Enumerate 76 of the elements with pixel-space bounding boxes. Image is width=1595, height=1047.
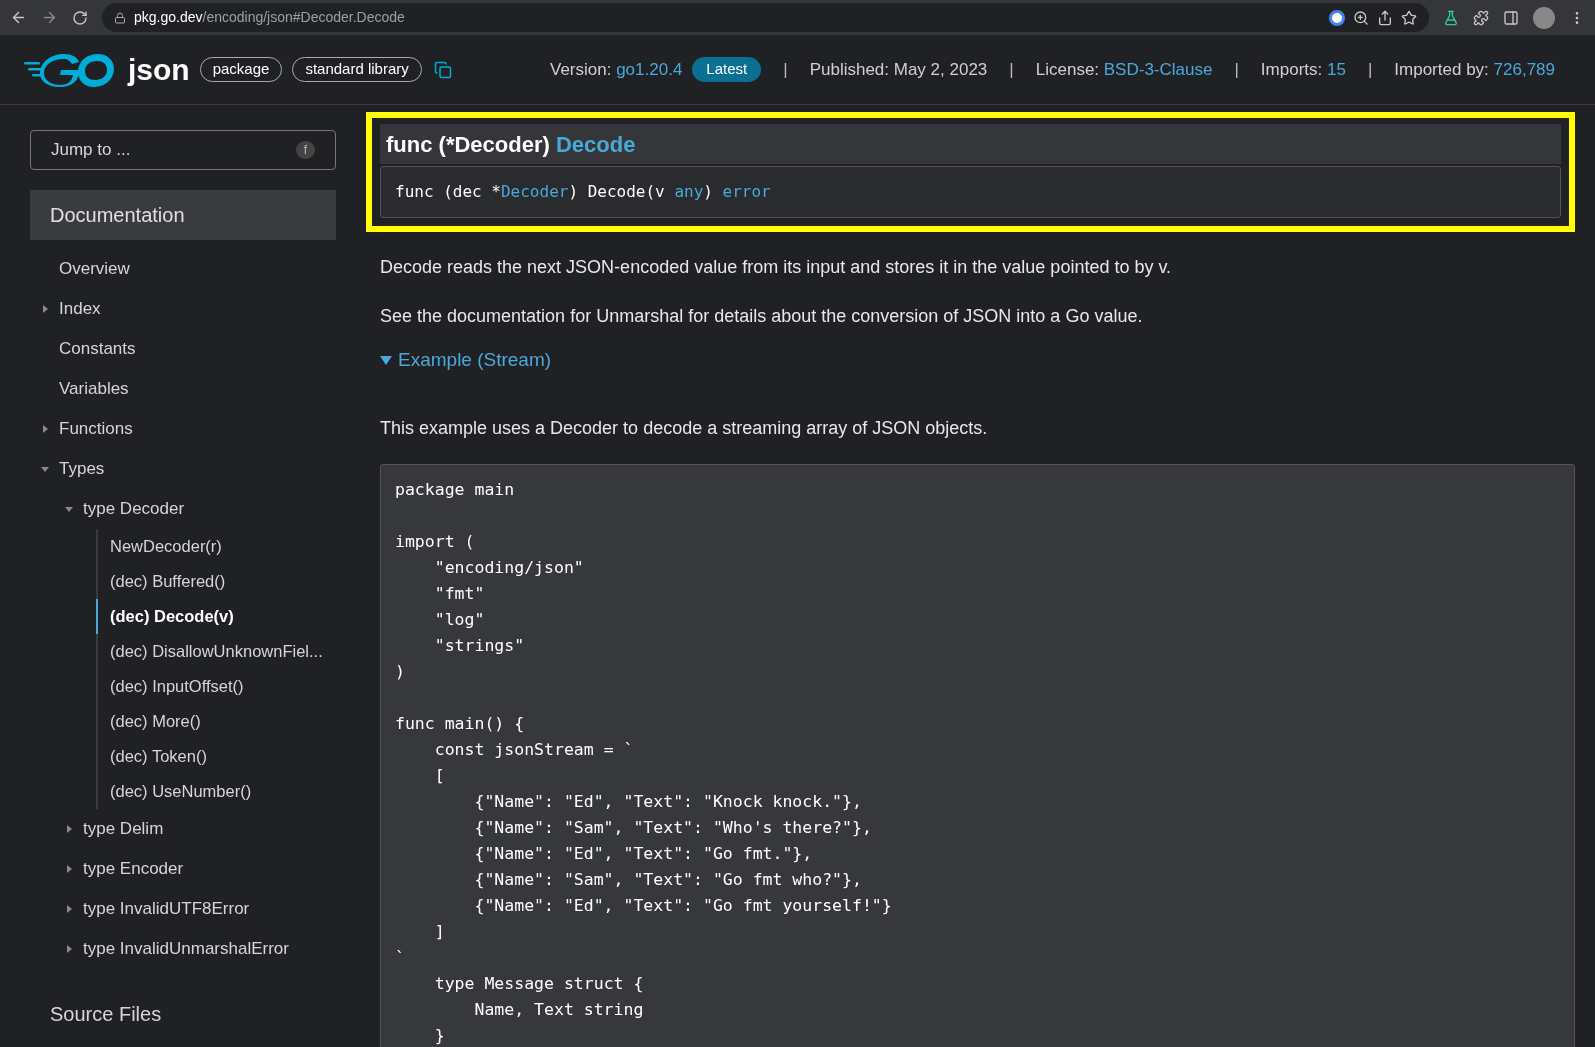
type-link[interactable]: any <box>674 180 704 204</box>
nav-link[interactable]: Variables <box>59 376 129 402</box>
meta-label: Published: May 2, 2023 <box>809 58 988 81</box>
nav-item[interactable]: (dec) DisallowUnknownFiel... <box>96 634 336 669</box>
source-files-heading[interactable]: Source Files <box>30 999 336 1029</box>
reload-icon[interactable] <box>72 9 88 26</box>
star-icon[interactable] <box>1401 9 1417 26</box>
go-logo-icon[interactable] <box>24 52 116 87</box>
latest-badge: Latest <box>692 57 762 82</box>
code-block: package main import ( "encoding/json" "fmt" "log" "strings" ) func main() { const jsonStream = ` [ {"Name": "Ed", "Text": "Knock knock."}, {"Name": "Sam", "Text": "Who's there?"}, {"Name": "Ed", "Text": "Go fmt."}, {"Name": "Sam", "Text": "Go fmt who?"}, {"Name": "Ed", "Text": "Go fmt yourself!"} ] ` type Message struct { Name, Text string } <box>380 463 1575 1047</box>
url-text: pkg.go.dev/encoding/json#Decoder.Decode <box>134 8 405 27</box>
jump-to-field[interactable]: Jump to ... f <box>30 130 336 170</box>
back-icon[interactable] <box>10 9 27 26</box>
meta-link[interactable]: 15 <box>1327 56 1346 83</box>
meta-label: Imported by: <box>1394 58 1490 81</box>
nav-link[interactable]: type Decoder <box>83 496 185 522</box>
meta-link[interactable]: BSD-3-Clause <box>1103 56 1213 83</box>
nav-item[interactable]: (dec) More() <box>96 704 336 739</box>
shortcut-key: f <box>295 141 315 159</box>
nav-link[interactable]: Constants <box>59 336 136 362</box>
nav-item[interactable]: (dec) InputOffset() <box>96 669 336 704</box>
caret-right-icon[interactable] <box>41 305 49 313</box>
nav-item[interactable]: NewDecoder(r) <box>96 529 336 564</box>
description-text: Decode reads the next JSON-encoded value from its input and stores it in the value pointed to by v. <box>380 256 1173 279</box>
caret-down-icon[interactable] <box>41 465 49 473</box>
code-text: ) <box>703 181 714 203</box>
avatar-icon[interactable] <box>1533 6 1555 29</box>
example-toggle[interactable]: Example (Stream) <box>380 346 1575 375</box>
meta-link[interactable]: go1.20.4 <box>616 56 683 83</box>
code-text: func (dec * <box>395 181 501 203</box>
separator: | <box>1234 58 1239 81</box>
nav-link[interactable]: type InvalidUnmarshalError <box>83 936 289 962</box>
nav-link[interactable]: Index <box>59 296 101 322</box>
caret-right-icon[interactable] <box>41 425 49 433</box>
copy-icon[interactable] <box>433 60 452 79</box>
caret-down-icon <box>380 354 392 367</box>
extensions-icon[interactable] <box>1473 9 1489 26</box>
caret-right-icon[interactable] <box>65 945 73 953</box>
caret-down-icon[interactable] <box>65 505 73 513</box>
zoom-icon[interactable] <box>1353 9 1369 26</box>
nav-item[interactable]: (dec) Decode(v) <box>96 599 336 634</box>
package-title: json <box>128 52 190 88</box>
side-panel-icon[interactable] <box>1503 9 1519 26</box>
nav-link[interactable]: type Encoder <box>83 856 184 882</box>
nav-link[interactable]: type InvalidUTF8Error <box>83 896 250 922</box>
forward-icon[interactable] <box>41 9 58 26</box>
share-icon[interactable] <box>1377 9 1393 26</box>
separator: | <box>1367 58 1373 81</box>
description-text: See the documentation for Unmarshal for details about the conversion of JSON into a Go value. <box>380 305 1144 328</box>
section-heading[interactable]: Documentation <box>30 190 336 240</box>
flask-icon[interactable] <box>1443 9 1459 26</box>
address-bar[interactable]: pkg.go.dev/encoding/json#Decoder.Decode <box>102 3 1429 32</box>
nav-item[interactable]: (dec) Buffered() <box>96 564 336 599</box>
nav-item[interactable]: (dec) UseNumber() <box>96 774 336 809</box>
nav-link[interactable]: Types <box>59 456 105 482</box>
separator: | <box>783 58 788 81</box>
separator: | <box>1009 58 1014 81</box>
code-text: ) Decode(v <box>568 181 666 203</box>
nav-item[interactable]: (dec) Token() <box>96 739 336 774</box>
caret-right-icon[interactable] <box>65 905 73 913</box>
type-link[interactable]: error <box>722 180 771 204</box>
nav-link[interactable]: Overview <box>59 256 130 282</box>
type-link[interactable]: Decoder <box>500 180 569 204</box>
meta-label: Imports: <box>1260 58 1324 81</box>
lock-icon <box>114 11 126 24</box>
example-description: This example uses a Decoder to decode a streaming array of JSON objects. <box>380 416 989 440</box>
caret-right-icon[interactable] <box>65 865 73 873</box>
meta-label: Version: <box>550 58 613 81</box>
nav-link[interactable]: type Delim <box>83 816 164 842</box>
nav-link[interactable]: Functions <box>59 416 133 442</box>
function-heading: func (*Decoder) Decode <box>380 124 1561 164</box>
meta-label: License: <box>1035 58 1101 81</box>
heading-link[interactable]: Decode <box>555 127 636 161</box>
meta-link[interactable]: 726,789 <box>1493 56 1555 83</box>
caret-right-icon[interactable] <box>65 825 73 833</box>
placeholder-text: Jump to ... <box>51 139 131 162</box>
